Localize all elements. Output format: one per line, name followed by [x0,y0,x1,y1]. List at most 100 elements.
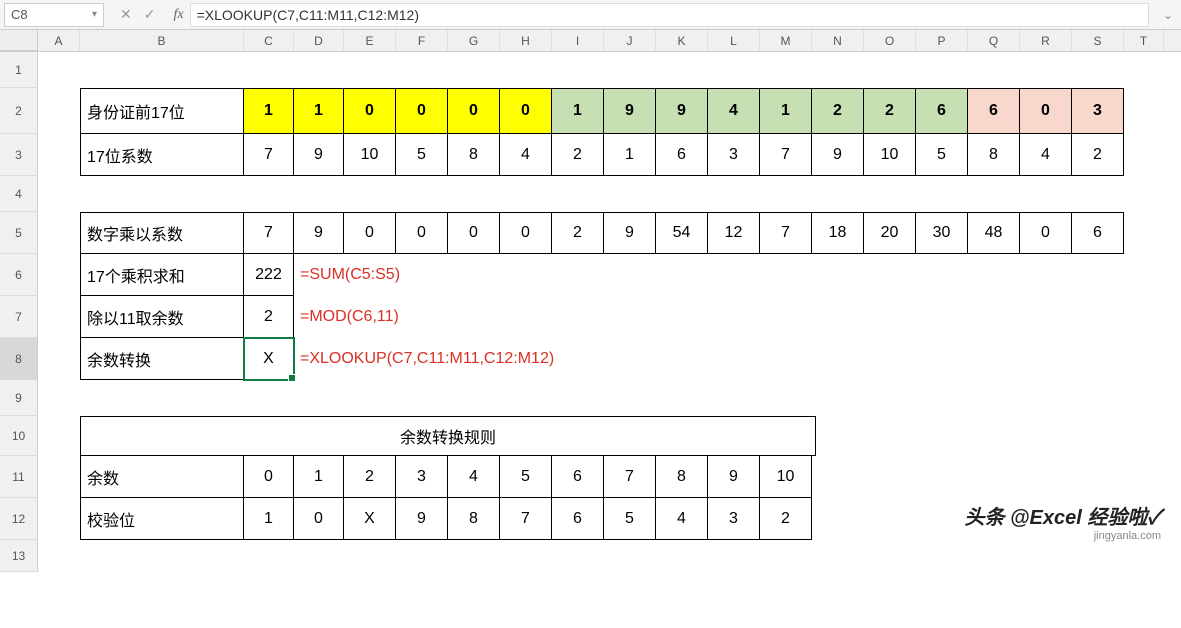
col-header[interactable]: O [864,30,916,51]
cell[interactable]: 4 [500,134,552,176]
row-header[interactable]: 7 [0,296,38,338]
cell[interactable]: 222 [244,254,294,296]
cell[interactable] [38,498,80,540]
cell[interactable]: 30 [916,212,968,254]
cell[interactable]: 4 [656,498,708,540]
cell[interactable]: 7 [244,134,294,176]
cell[interactable] [38,212,80,254]
cell[interactable]: 8 [656,456,708,498]
cell[interactable] [38,456,80,498]
cell[interactable]: 3 [708,498,760,540]
cell[interactable]: 9 [708,456,760,498]
col-header[interactable]: H [500,30,552,51]
cell[interactable]: 4 [448,456,500,498]
col-header[interactable]: J [604,30,656,51]
row-header[interactable]: 10 [0,416,38,456]
col-header[interactable]: R [1020,30,1072,51]
cell[interactable]: 10 [344,134,396,176]
cell-label[interactable]: 17个乘积求和 [80,254,244,296]
cell[interactable]: 2 [552,212,604,254]
confirm-icon[interactable]: ✓ [144,6,156,23]
cell-label[interactable]: 17位系数 [80,134,244,176]
col-header[interactable]: E [344,30,396,51]
cell[interactable]: 5 [500,456,552,498]
cell[interactable]: 20 [864,212,916,254]
row-header[interactable]: 3 [0,134,38,176]
cell[interactable]: 0 [1020,88,1072,134]
cell[interactable]: 0 [500,212,552,254]
col-header[interactable]: Q [968,30,1020,51]
cell[interactable]: 9 [604,88,656,134]
cell[interactable]: 2 [812,88,864,134]
cell[interactable]: 0 [396,212,448,254]
cell-label[interactable]: 余数转换 [80,338,244,380]
cell[interactable]: 9 [604,212,656,254]
cell[interactable]: 2 [1072,134,1124,176]
row-header[interactable]: 9 [0,380,38,416]
cancel-icon[interactable]: ✕ [120,6,132,23]
cell[interactable]: 48 [968,212,1020,254]
cell[interactable]: 1 [552,88,604,134]
col-header[interactable]: C [244,30,294,51]
col-header[interactable]: P [916,30,968,51]
cell[interactable]: 6 [968,88,1020,134]
row-header[interactable]: 12 [0,498,38,540]
row-header[interactable]: 1 [0,52,38,88]
cell[interactable] [38,296,80,338]
col-header[interactable]: M [760,30,812,51]
cell[interactable]: 6 [656,134,708,176]
cell[interactable]: 6 [1072,212,1124,254]
cell[interactable] [38,88,80,134]
cell[interactable]: 0 [396,88,448,134]
cell[interactable]: 6 [916,88,968,134]
row-header[interactable]: 6 [0,254,38,296]
cell[interactable]: 7 [604,456,656,498]
cell[interactable]: 6 [552,498,604,540]
cell[interactable]: 0 [344,88,396,134]
cell-formula[interactable]: =XLOOKUP(C7,C11:M11,C12:M12) [294,338,344,380]
cell[interactable]: 3 [1072,88,1124,134]
cell[interactable]: 8 [448,498,500,540]
cell-label[interactable]: 余数 [80,456,244,498]
cell[interactable]: 2 [864,88,916,134]
col-header[interactable]: D [294,30,344,51]
cell[interactable]: 1 [604,134,656,176]
col-header[interactable]: I [552,30,604,51]
cell[interactable]: 7 [500,498,552,540]
cell[interactable]: 2 [244,296,294,338]
cell[interactable]: 1 [294,456,344,498]
fx-icon[interactable]: fx [167,7,189,23]
cell[interactable]: 8 [448,134,500,176]
row-header[interactable]: 13 [0,540,38,572]
cell[interactable]: 0 [448,212,500,254]
cell-label[interactable]: 除以11取余数 [80,296,244,338]
selected-cell[interactable]: X [244,338,294,380]
cell[interactable]: 1 [760,88,812,134]
cell[interactable]: 10 [760,456,812,498]
cell[interactable]: 54 [656,212,708,254]
col-header[interactable]: F [396,30,448,51]
col-header[interactable]: N [812,30,864,51]
row-header[interactable]: 2 [0,88,38,134]
cell[interactable] [38,134,80,176]
cell[interactable]: 8 [968,134,1020,176]
cell[interactable]: 1 [294,88,344,134]
cell[interactable]: 5 [604,498,656,540]
cell[interactable]: 0 [294,498,344,540]
col-header[interactable]: B [80,30,244,51]
cell[interactable]: 7 [760,212,812,254]
cell[interactable]: 9 [656,88,708,134]
cell[interactable]: 18 [812,212,864,254]
cell[interactable]: 7 [760,134,812,176]
row-header[interactable]: 4 [0,176,38,212]
row-header[interactable]: 5 [0,212,38,254]
cell[interactable]: 3 [396,456,448,498]
cell[interactable]: 0 [344,212,396,254]
col-header[interactable]: S [1072,30,1124,51]
select-all-corner[interactable] [0,30,38,51]
cell[interactable]: 3 [708,134,760,176]
cell[interactable]: 0 [1020,212,1072,254]
col-header[interactable]: K [656,30,708,51]
cell[interactable]: 5 [396,134,448,176]
row-header[interactable]: 11 [0,456,38,498]
